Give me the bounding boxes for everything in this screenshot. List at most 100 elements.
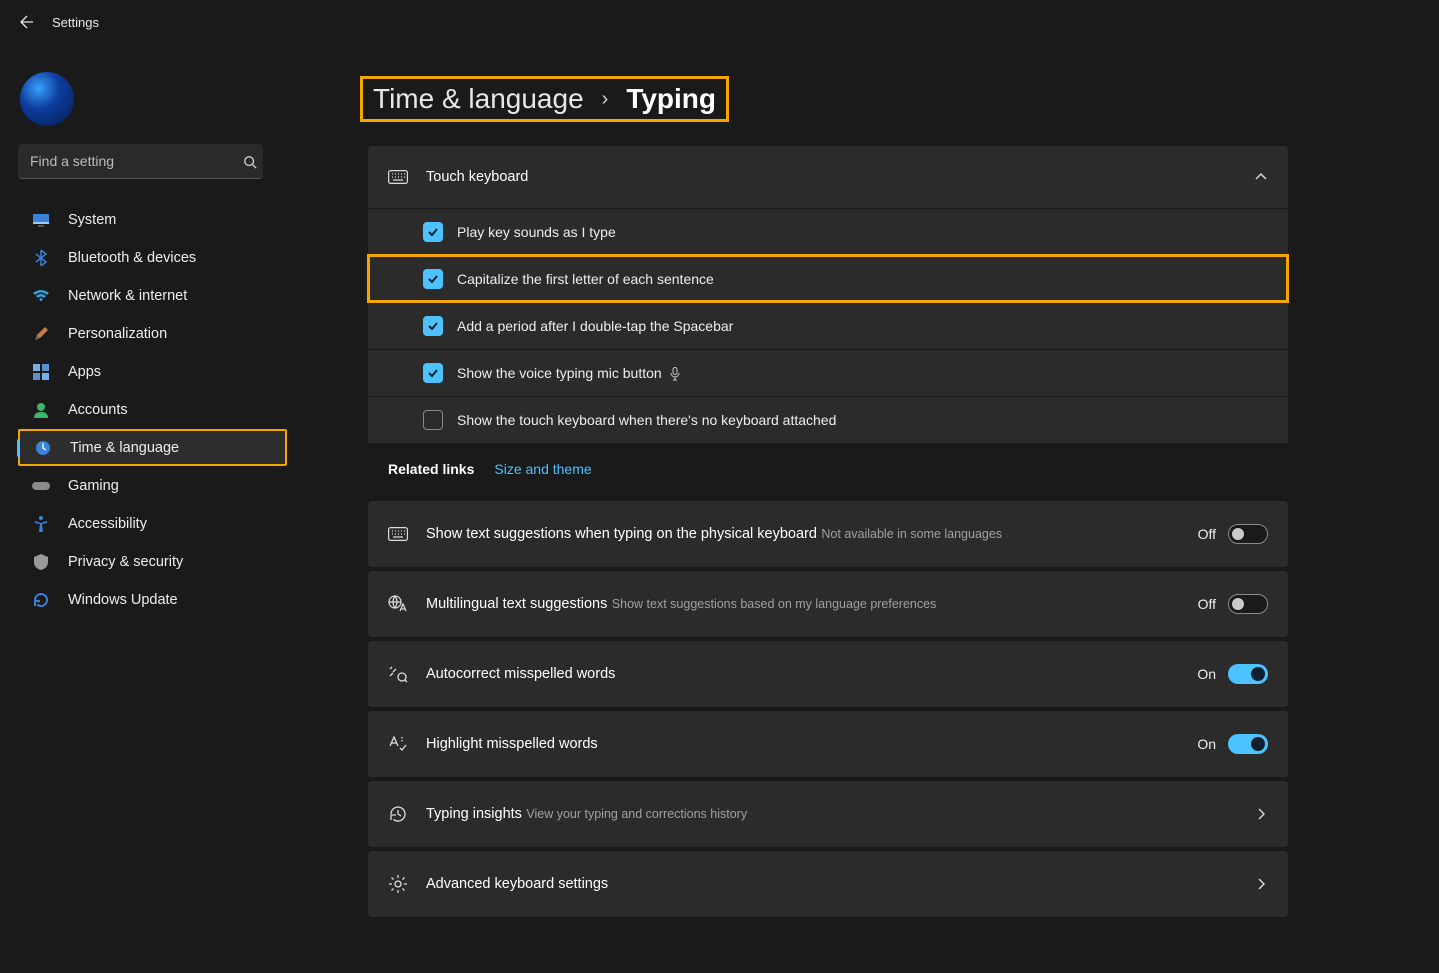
chevron-up-icon (1254, 170, 1268, 184)
sidebar-item-label: Time & language (70, 440, 179, 456)
breadcrumb-current: Typing (626, 83, 716, 115)
microphone-icon (670, 367, 680, 381)
toggle-state-label: Off (1198, 526, 1216, 542)
accessibility-icon (32, 515, 50, 533)
app-title: Settings (52, 15, 99, 30)
row-title: Advanced keyboard settings (426, 876, 608, 892)
globe-clock-icon (34, 439, 52, 457)
size-and-theme-link[interactable]: Size and theme (494, 461, 591, 477)
checkbox-icon[interactable] (423, 410, 443, 430)
history-icon (388, 804, 408, 824)
sidebar-item-label: Bluetooth & devices (68, 250, 196, 266)
toggle-state-label: On (1197, 736, 1216, 752)
sidebar: System Bluetooth & devices Network & int… (0, 44, 305, 941)
breadcrumb: Time & language › Typing (360, 76, 729, 122)
sidebar-item-label: Windows Update (68, 592, 178, 608)
toggle-multilingual-suggestions: Multilingual text suggestions Show text … (368, 571, 1288, 637)
sidebar-item-personalization[interactable]: Personalization (18, 315, 287, 352)
sidebar-item-label: Personalization (68, 326, 167, 342)
breadcrumb-parent[interactable]: Time & language (373, 83, 584, 115)
touch-keyboard-card: Touch keyboard Play key sounds as I type… (368, 146, 1288, 443)
check-play-key-sounds[interactable]: Play key sounds as I type (368, 208, 1288, 255)
toggle-state-label: On (1197, 666, 1216, 682)
sidebar-item-label: Network & internet (68, 288, 187, 304)
wifi-icon (32, 287, 50, 305)
advanced-keyboard-settings-row[interactable]: Advanced keyboard settings (368, 851, 1288, 917)
sidebar-nav: System Bluetooth & devices Network & int… (18, 201, 287, 618)
titlebar: Settings (0, 0, 1439, 44)
toggle-physical-keyboard-suggestions: Show text suggestions when typing on the… (368, 501, 1288, 567)
sidebar-item-label: Gaming (68, 478, 119, 494)
check-add-period[interactable]: Add a period after I double-tap the Spac… (368, 302, 1288, 349)
row-sub: View your typing and corrections history (526, 807, 747, 821)
sidebar-item-label: Apps (68, 364, 101, 380)
sidebar-item-apps[interactable]: Apps (18, 353, 287, 390)
toggle-sub: Not available in some languages (821, 527, 1002, 541)
checkbox-icon[interactable] (423, 316, 443, 336)
system-icon (32, 211, 50, 229)
main-content: Time & language › Typing Touch keyboard … (305, 44, 1439, 941)
person-icon (32, 401, 50, 419)
spellcheck-icon (388, 735, 408, 753)
check-capitalize-first-letter[interactable]: Capitalize the first letter of each sent… (368, 255, 1288, 302)
typing-insights-row[interactable]: Typing insights View your typing and cor… (368, 781, 1288, 847)
sidebar-item-label: Accounts (68, 402, 128, 418)
checkbox-label: Capitalize the first letter of each sent… (457, 271, 714, 287)
chevron-right-icon (1254, 877, 1268, 891)
toggle-title: Highlight misspelled words (426, 736, 598, 752)
toggle-title: Autocorrect misspelled words (426, 666, 615, 682)
toggle-state-label: Off (1198, 596, 1216, 612)
bluetooth-icon (32, 249, 50, 267)
toggle-sub: Show text suggestions based on my langua… (612, 597, 937, 611)
search-icon (243, 155, 257, 169)
sidebar-item-system[interactable]: System (18, 201, 287, 238)
check-show-touch-keyboard[interactable]: Show the touch keyboard when there's no … (368, 396, 1288, 443)
autocorrect-icon (388, 665, 408, 683)
avatar[interactable] (20, 72, 74, 126)
checkbox-icon[interactable] (423, 363, 443, 383)
search-container (18, 144, 287, 179)
chevron-right-icon (1254, 807, 1268, 821)
sidebar-item-gaming[interactable]: Gaming (18, 467, 287, 504)
toggle-switch[interactable] (1228, 664, 1268, 684)
sidebar-item-time-language[interactable]: Time & language (18, 429, 287, 466)
toggle-autocorrect: Autocorrect misspelled words On (368, 641, 1288, 707)
back-icon[interactable] (18, 14, 34, 30)
toggle-switch[interactable] (1228, 594, 1268, 614)
toggle-title: Show text suggestions when typing on the… (426, 526, 817, 542)
checkbox-icon[interactable] (423, 222, 443, 242)
checkbox-label: Play key sounds as I type (457, 224, 616, 240)
toggle-switch[interactable] (1228, 734, 1268, 754)
gamepad-icon (32, 477, 50, 495)
apps-icon (32, 363, 50, 381)
sidebar-item-label: System (68, 212, 116, 228)
related-links-label: Related links (388, 461, 474, 477)
toggle-title: Multilingual text suggestions (426, 596, 607, 612)
chevron-right-icon: › (602, 88, 609, 111)
sidebar-item-accounts[interactable]: Accounts (18, 391, 287, 428)
language-icon (388, 595, 408, 613)
checkbox-icon[interactable] (423, 269, 443, 289)
sidebar-item-label: Accessibility (68, 516, 147, 532)
sidebar-item-network[interactable]: Network & internet (18, 277, 287, 314)
sidebar-item-privacy[interactable]: Privacy & security (18, 543, 287, 580)
shield-icon (32, 553, 50, 571)
checkbox-label: Add a period after I double-tap the Spac… (457, 318, 733, 334)
gear-icon (388, 874, 408, 894)
paintbrush-icon (32, 325, 50, 343)
sidebar-item-bluetooth[interactable]: Bluetooth & devices (18, 239, 287, 276)
row-title: Typing insights (426, 806, 522, 822)
toggle-highlight-misspelled: Highlight misspelled words On (368, 711, 1288, 777)
sidebar-item-accessibility[interactable]: Accessibility (18, 505, 287, 542)
search-input[interactable] (18, 144, 263, 179)
touch-keyboard-title: Touch keyboard (426, 169, 1236, 185)
toggle-switch[interactable] (1228, 524, 1268, 544)
check-voice-typing-mic[interactable]: Show the voice typing mic button (368, 349, 1288, 396)
sidebar-item-windows-update[interactable]: Windows Update (18, 581, 287, 618)
update-icon (32, 591, 50, 609)
keyboard-icon (388, 527, 408, 541)
sidebar-item-label: Privacy & security (68, 554, 183, 570)
keyboard-icon (388, 170, 408, 184)
related-links-row: Related links Size and theme (368, 447, 1288, 501)
touch-keyboard-header[interactable]: Touch keyboard (368, 146, 1288, 208)
